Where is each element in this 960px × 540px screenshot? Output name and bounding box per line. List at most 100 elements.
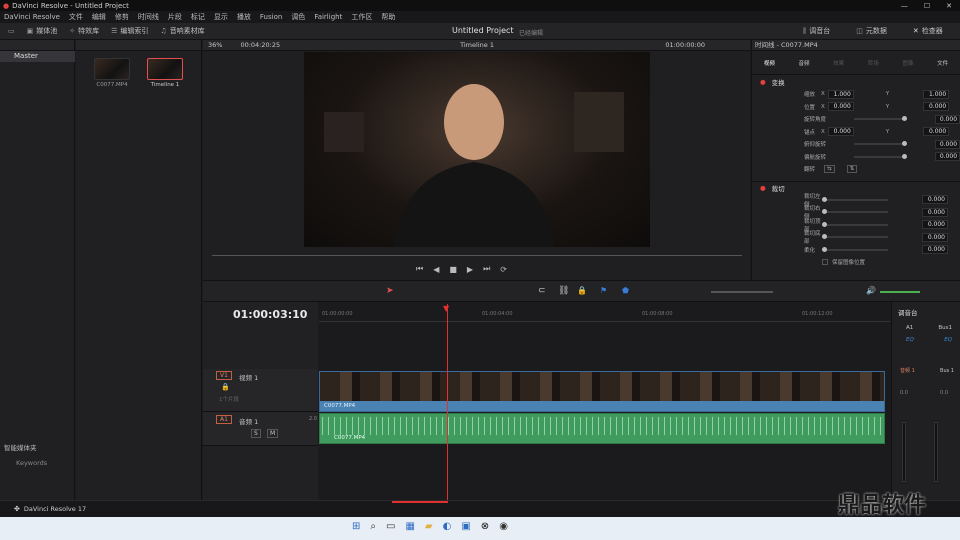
menu-item-fusion[interactable]: Fusion — [260, 13, 282, 21]
marker-icon[interactable]: ⬟ — [622, 286, 629, 295]
media-pool-button[interactable]: ▣ 媒体池 — [27, 26, 58, 36]
task-view-icon[interactable]: ▭ — [386, 521, 395, 532]
lock-icon[interactable]: 🔒 — [577, 286, 587, 295]
effects-button[interactable]: ✧ 特效库 — [69, 26, 99, 36]
snap-icon[interactable]: ⊂ — [538, 286, 546, 296]
store-icon[interactable]: ▣ — [461, 521, 470, 532]
menu-item-clip[interactable]: 片段 — [168, 12, 182, 22]
layout-icon[interactable]: ▭ — [8, 27, 15, 35]
volume-icon[interactable]: 🔊 — [866, 286, 876, 295]
a1-mute-button[interactable]: M — [267, 429, 279, 438]
pitch-field[interactable]: 0.000 — [935, 139, 960, 149]
tab-audio[interactable]: 音频 — [798, 59, 809, 67]
rotation-slider[interactable] — [853, 116, 907, 122]
eq-bus1-button[interactable]: EQ — [944, 337, 952, 343]
mixer-button[interactable]: ⫼ 调音台 — [803, 26, 830, 36]
edit-index-button[interactable]: ☰ 编辑索引 — [111, 26, 148, 36]
flag-icon[interactable]: ⚑ — [600, 286, 607, 295]
tab-effects[interactable]: 效果 — [833, 59, 844, 67]
v1-tag[interactable]: V1 — [216, 371, 232, 380]
sound-library-button[interactable]: ♫ 音响素材库 — [160, 26, 204, 36]
file-explorer-icon[interactable]: ▰ — [425, 521, 433, 532]
zoom-level[interactable]: 36% — [208, 41, 222, 49]
search-icon[interactable]: ⌕ — [370, 521, 376, 532]
menu-item-help[interactable]: 帮助 — [381, 12, 395, 22]
menu-item-timeline[interactable]: 时间线 — [138, 12, 159, 22]
crop-top-slider[interactable] — [822, 221, 888, 227]
tab-image[interactable]: 图像 — [902, 59, 913, 67]
retain-checkbox[interactable] — [822, 259, 828, 266]
maximize-button[interactable]: ☐ — [924, 2, 930, 10]
a1-tag[interactable]: A1 — [216, 415, 232, 424]
widgets-icon[interactable]: ▦ — [405, 521, 414, 532]
zoom-x-field[interactable]: 1.000 — [827, 89, 854, 99]
keywords-bin[interactable]: Keywords — [16, 459, 47, 467]
enable-dot-icon[interactable]: ● — [760, 78, 766, 86]
menu-item-playback[interactable]: 播放 — [237, 12, 251, 22]
eq-a1-button[interactable]: EQ — [906, 337, 914, 343]
crop-left-field[interactable]: 0.000 — [922, 195, 948, 205]
jump-end-icon[interactable]: ⏭ — [483, 264, 490, 274]
menu-item-color[interactable]: 调色 — [291, 12, 305, 22]
menu-item-mark[interactable]: 标记 — [191, 12, 205, 22]
flip-vertical-icon[interactable]: ⇅ — [846, 165, 858, 174]
viewer-scrubber[interactable] — [212, 255, 742, 256]
menu-item-view[interactable]: 显示 — [214, 12, 228, 22]
minimize-button[interactable]: — — [901, 2, 908, 10]
playhead-handle-icon[interactable]: ▼ — [443, 304, 449, 313]
flip-horizontal-icon[interactable]: ⇆ — [824, 165, 835, 174]
crop-right-slider[interactable] — [822, 209, 888, 215]
anchor-x-field[interactable]: 0.000 — [827, 127, 854, 137]
position-y-field[interactable]: 0.000 — [923, 102, 950, 112]
inspector-button[interactable]: ✕ 检查器 — [913, 26, 943, 36]
reverse-icon[interactable]: ◀ — [433, 265, 439, 274]
loop-icon[interactable]: ⟳ — [500, 265, 507, 274]
bin-master[interactable]: Master — [0, 51, 75, 62]
edit-page-indicator[interactable] — [392, 501, 448, 503]
select-tool-icon[interactable]: ➤ — [386, 286, 394, 296]
yaw-field[interactable]: 0.000 — [935, 152, 960, 162]
volume-slider[interactable] — [880, 291, 920, 293]
tab-video[interactable]: 视频 — [764, 59, 775, 67]
transform-section[interactable]: ● 变换 — [752, 75, 960, 88]
jump-start-icon[interactable]: ⏮ — [416, 264, 423, 274]
capcut-icon[interactable]: ⊗ — [481, 521, 489, 532]
soften-slider[interactable] — [822, 246, 888, 252]
timeline-ruler[interactable]: 01:00:00:00 01:00:04:00 01:00:08:00 01:0… — [319, 302, 890, 322]
crop-top-field[interactable]: 0.000 — [922, 220, 948, 230]
tab-transition[interactable]: 转场 — [868, 59, 879, 67]
rotation-field[interactable]: 0.000 — [935, 114, 960, 124]
davinci-taskbar-icon[interactable]: ◉ — [499, 521, 508, 532]
timeline-area[interactable]: 01:00:00:00 01:00:04:00 01:00:08:00 01:0… — [319, 302, 890, 500]
menu-item-workspace[interactable]: 工作区 — [351, 12, 372, 22]
soften-field[interactable]: 0.000 — [922, 245, 948, 255]
menu-item-fairlight[interactable]: Fairlight — [314, 13, 342, 21]
menu-item-resolve[interactable]: DaVinci Resolve — [4, 13, 60, 21]
clip-thumbnail[interactable]: C0077.MP4 — [94, 58, 130, 88]
video-clip[interactable]: C0077.MP4 — [319, 371, 885, 412]
edge-icon[interactable]: ◐ — [443, 521, 452, 532]
start-icon[interactable]: ⊞ — [352, 521, 360, 532]
zoom-y-field[interactable]: 1.000 — [923, 89, 950, 99]
zoom-slider[interactable] — [711, 291, 773, 293]
timeline-thumbnail[interactable]: Timeline 1 — [147, 58, 183, 88]
crop-right-field[interactable]: 0.000 — [922, 207, 948, 217]
link-icon[interactable]: ⛓ — [558, 286, 569, 296]
menu-item-file[interactable]: 文件 — [69, 12, 83, 22]
yaw-slider[interactable] — [853, 153, 907, 159]
menu-item-trim[interactable]: 修剪 — [115, 12, 129, 22]
position-x-field[interactable]: 0.000 — [827, 102, 854, 112]
metadata-button[interactable]: ◫ 元数据 — [856, 26, 887, 36]
crop-section[interactable]: ● 裁切 — [752, 180, 960, 194]
tab-file[interactable]: 文件 — [937, 59, 948, 67]
pitch-slider[interactable] — [853, 141, 907, 147]
v1-lock-icon[interactable]: 🔒 — [221, 383, 230, 391]
a1-solo-button[interactable]: S — [251, 429, 261, 438]
close-button[interactable]: ✕ — [946, 2, 952, 10]
stop-icon[interactable]: ■ — [449, 265, 457, 274]
menu-item-edit[interactable]: 编辑 — [92, 12, 106, 22]
crop-enable-dot-icon[interactable]: ● — [760, 184, 766, 192]
play-icon[interactable]: ▶ — [467, 265, 473, 274]
audio-clip[interactable]: C0077.MP4 — [319, 413, 885, 444]
crop-bottom-slider[interactable] — [822, 234, 888, 240]
